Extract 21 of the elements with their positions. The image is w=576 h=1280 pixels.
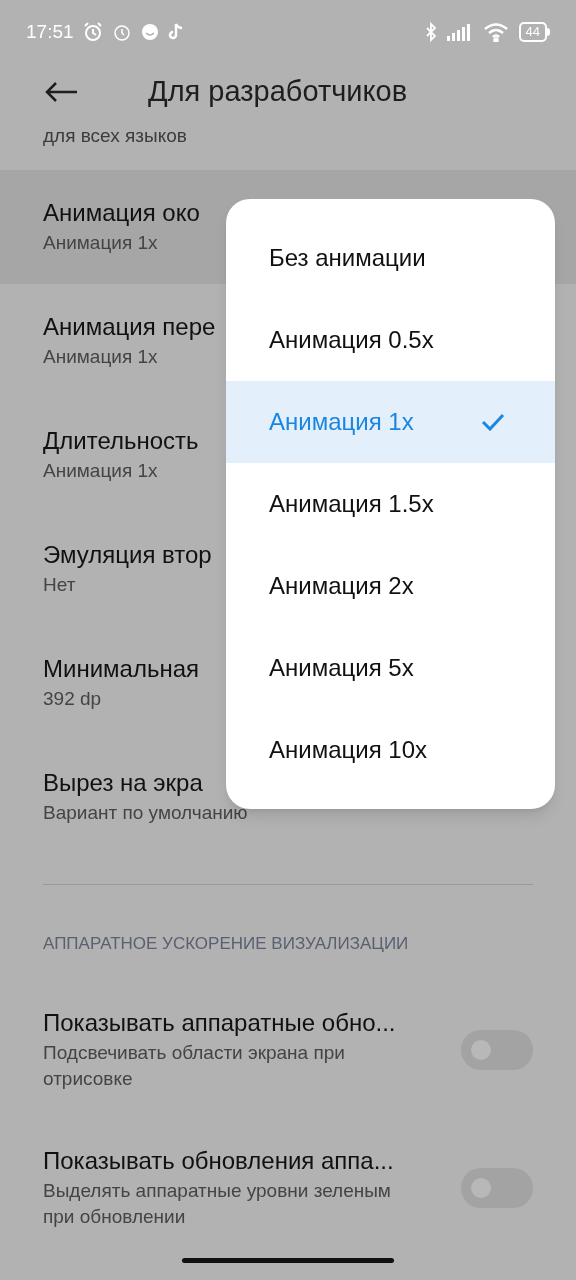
setting-title: Минимальная [43,654,199,684]
page-title: Для разработчиков [148,74,408,110]
setting-value: Вариант по умолчанию [43,801,248,825]
setting-title: Вырез на экра [43,768,203,798]
clock-time: 17:51 [26,19,74,44]
setting-value: Нет [43,573,76,597]
section-header: АППАРАТНОЕ УСКОРЕНИЕ ВИЗУАЛИЗАЦИИ [43,934,409,953]
setting-value: Анимация 1x [43,459,158,483]
setting-value: 392 dp [43,687,102,711]
setting-description: Подсвечивать области экрана при отрисовке [43,1040,346,1091]
setting-description: Выделять аппаратные уровни зеленым при обновлении [43,1178,392,1229]
setting-title: Длительность [43,426,199,456]
setting-title: Анимация пере [43,312,216,342]
setting-value: Анимация 1x [43,345,158,369]
battery-indicator: 44 [518,22,550,42]
setting-title: Анимация око [43,198,200,228]
setting-value: Анимация 1x [43,231,158,255]
setting-title: Показывать аппаратные обно... [43,1007,397,1038]
setting-subtitle: для всех языков [43,126,188,146]
setting-title: Эмуляция втор [43,540,212,570]
setting-title: Показывать обновления аппа... [43,1145,395,1176]
